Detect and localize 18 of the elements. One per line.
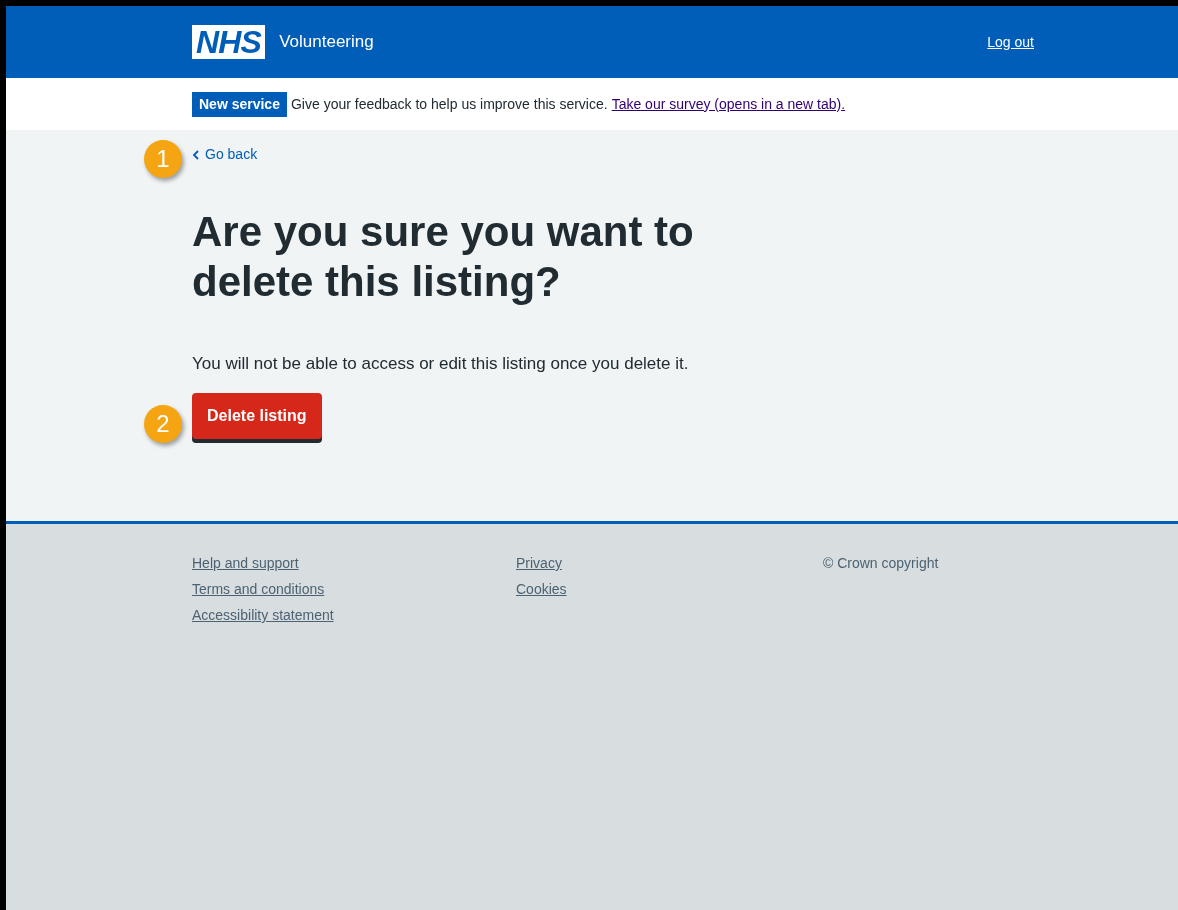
body-text: You will not be able to access or edit this listing once you delete it. [192, 353, 690, 375]
page-heading: Are you sure you want to delete this listing? [192, 207, 695, 307]
feedback-text: Give your feedback to help us improve this service. [290, 94, 608, 114]
nhs-logo[interactable]: NHS [192, 25, 266, 59]
new-service-tag: New service [192, 91, 287, 117]
back-link[interactable]: Go back [192, 144, 258, 165]
footer-link[interactable]: Privacy [516, 553, 562, 574]
copyright-text: © Crown copyright [823, 554, 939, 573]
callout-badge: 2 [144, 405, 182, 443]
log-out-link[interactable]: Log out [987, 31, 1034, 53]
footer-link[interactable]: Help and support [192, 553, 299, 574]
footer-link[interactable]: Accessibility statement [192, 605, 334, 626]
survey-link[interactable]: Take our survey (opens in a new tab). [611, 93, 846, 115]
callout-badge: 1 [144, 140, 182, 178]
chevron-left-icon [192, 149, 199, 160]
footer-link[interactable]: Cookies [516, 579, 567, 600]
service-name: Volunteering [279, 31, 374, 54]
footer-link[interactable]: Terms and conditions [192, 579, 325, 600]
